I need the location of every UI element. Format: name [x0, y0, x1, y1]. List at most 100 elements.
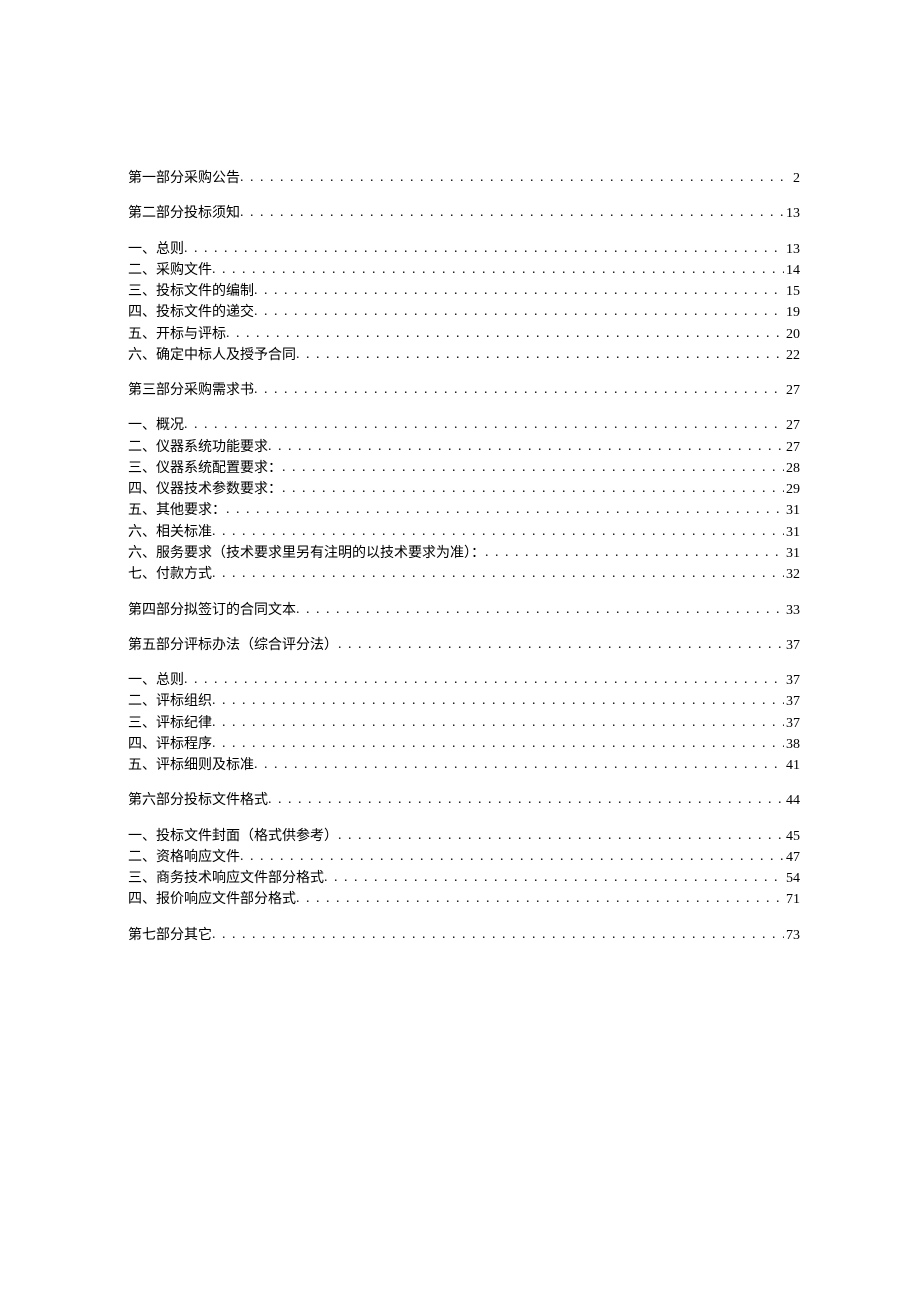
toc-entry-page: 32: [784, 564, 800, 585]
toc-leader-dots: [212, 691, 784, 711]
toc-entry: 三、评标纪律37: [128, 713, 800, 734]
toc-entry: 四、评标程序38: [128, 734, 800, 755]
toc-entry-label: 六、确定中标人及授予合同: [128, 345, 296, 366]
toc-leader-dots: [212, 522, 784, 542]
toc-entry-label: 五、评标细则及标准: [128, 755, 254, 776]
toc-entry-label: 二、仪器系统功能要求: [128, 437, 268, 458]
toc-entry-label: 第五部分评标办法（综合评分法）: [128, 635, 338, 656]
toc-entry: 一、总则 37: [128, 670, 800, 691]
toc-entry-label: 二、采购文件: [128, 260, 212, 281]
toc-entry: 六、相关标准31: [128, 522, 800, 543]
toc-entry-page: 15: [784, 281, 800, 302]
toc-leader-dots: [184, 239, 784, 259]
toc-entry-label: 六、相关标准: [128, 522, 212, 543]
toc-entry: 第四部分拟签订的合同文本 33: [128, 600, 800, 621]
toc-leader-dots: [254, 302, 784, 322]
toc-entry: 第一部分采购公告 2: [128, 168, 800, 189]
toc-entry-page: 19: [784, 302, 800, 323]
toc-leader-dots: [240, 203, 784, 223]
toc-entry: 三、投标文件的编制 15: [128, 281, 800, 302]
toc-entry: 三、商务技术响应文件部分格式54: [128, 868, 800, 889]
toc-entry-page: 31: [784, 500, 800, 521]
toc-entry-label: 二、评标组织: [128, 691, 212, 712]
toc-leader-dots: [268, 437, 784, 457]
toc-entry-page: 27: [784, 380, 800, 401]
toc-entry-page: 29: [784, 479, 800, 500]
toc-entry-label: 四、报价响应文件部分格式: [128, 889, 296, 910]
toc-leader-dots: [296, 600, 784, 620]
toc-entry-label: 第四部分拟签订的合同文本: [128, 600, 296, 621]
toc-entry-label: 一、总则: [128, 670, 184, 691]
toc-leader-dots: [226, 324, 784, 344]
toc-entry-page: 2: [791, 168, 800, 189]
toc-entry: 五、开标与评标 20: [128, 324, 800, 345]
toc-entry: 二、仪器系统功能要求 27: [128, 437, 800, 458]
toc-leader-dots: [212, 260, 784, 280]
toc-leader-dots: [254, 380, 784, 400]
toc-leader-dots: [485, 543, 784, 563]
toc-leader-dots: [240, 168, 791, 188]
toc-leader-dots: [338, 826, 784, 846]
toc-leader-dots: [282, 458, 784, 478]
toc-entry: 一、投标文件封面（格式供参考） 45: [128, 826, 800, 847]
toc-entry-label: 一、概况: [128, 415, 184, 436]
toc-entry-page: 33: [784, 600, 800, 621]
toc-entry: 六、服务要求（技术要求里另有注明的以技术要求为准）： 31: [128, 543, 800, 564]
table-of-contents: 第一部分采购公告2第二部分投标须知13一、总则13二、采购文件14三、投标文件的…: [128, 168, 800, 946]
toc-entry: 四、投标文件的递交 19: [128, 302, 800, 323]
toc-entry: 六、确定中标人及授予合同 22: [128, 345, 800, 366]
toc-entry-page: 37: [784, 691, 800, 712]
toc-entry-page: 27: [784, 437, 800, 458]
toc-entry: 四、仪器技术参数要求： 29: [128, 479, 800, 500]
toc-entry-page: 37: [784, 635, 800, 656]
toc-entry-page: 22: [784, 345, 800, 366]
toc-entry: 一、概况27: [128, 415, 800, 436]
toc-entry: 二、资格响应文件47: [128, 847, 800, 868]
toc-leader-dots: [226, 500, 784, 520]
toc-leader-dots: [324, 868, 784, 888]
toc-entry-page: 14: [784, 260, 800, 281]
toc-entry-label: 五、开标与评标: [128, 324, 226, 345]
toc-entry-label: 第七部分其它: [128, 925, 212, 946]
toc-leader-dots: [184, 670, 784, 690]
toc-leader-dots: [212, 713, 784, 733]
toc-entry: 一、总则 13: [128, 239, 800, 260]
toc-entry: 四、报价响应文件部分格式 71: [128, 889, 800, 910]
toc-leader-dots: [296, 345, 784, 365]
toc-entry-page: 28: [784, 458, 800, 479]
toc-entry-page: 47: [784, 847, 800, 868]
toc-entry-label: 第一部分采购公告: [128, 168, 240, 189]
toc-entry-page: 31: [784, 543, 800, 564]
toc-entry-label: 四、仪器技术参数要求：: [128, 479, 282, 500]
toc-entry-label: 三、仪器系统配置要求：: [128, 458, 282, 479]
toc-entry-label: 四、投标文件的递交: [128, 302, 254, 323]
toc-entry: 三、仪器系统配置要求： 28: [128, 458, 800, 479]
toc-entry-label: 六、服务要求（技术要求里另有注明的以技术要求为准）：: [128, 543, 485, 564]
toc-entry-label: 七、付款方式: [128, 564, 212, 585]
toc-entry-label: 第二部分投标须知: [128, 203, 240, 224]
toc-leader-dots: [296, 889, 784, 909]
toc-leader-dots: [212, 925, 784, 945]
toc-entry: 第三部分采购需求书27: [128, 380, 800, 401]
toc-entry-page: 13: [784, 239, 800, 260]
toc-entry-page: 54: [784, 868, 800, 889]
toc-entry: 二、采购文件 14: [128, 260, 800, 281]
toc-entry-page: 37: [784, 670, 800, 691]
toc-entry: 第六部分投标文件格式44: [128, 790, 800, 811]
toc-entry-page: 37: [784, 713, 800, 734]
toc-entry-page: 20: [784, 324, 800, 345]
toc-leader-dots: [254, 755, 784, 775]
toc-entry-label: 一、总则: [128, 239, 184, 260]
toc-entry-page: 73: [784, 925, 800, 946]
toc-entry-page: 71: [784, 889, 800, 910]
toc-entry-label: 一、投标文件封面（格式供参考）: [128, 826, 338, 847]
toc-entry-label: 四、评标程序: [128, 734, 212, 755]
toc-entry-label: 第六部分投标文件格式: [128, 790, 268, 811]
toc-leader-dots: [268, 790, 784, 810]
toc-entry-page: 13: [784, 203, 800, 224]
toc-entry-label: 五、其他要求：: [128, 500, 226, 521]
toc-entry: 二、评标组织 37: [128, 691, 800, 712]
toc-entry-page: 45: [784, 826, 800, 847]
toc-leader-dots: [254, 281, 784, 301]
toc-entry-label: 三、投标文件的编制: [128, 281, 254, 302]
